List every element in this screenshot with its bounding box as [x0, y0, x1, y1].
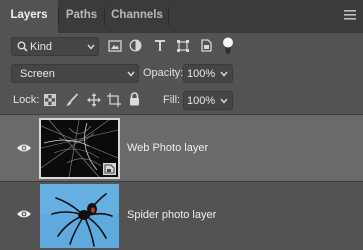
lock-image-pixels-icon[interactable] [66, 93, 79, 107]
filter-kind-label: Kind [30, 41, 53, 53]
tab-layers[interactable]: Layers [0, 0, 58, 33]
panel-tab-bar: Layers Paths Channels [0, 0, 363, 33]
tab-paths[interactable]: Paths [59, 0, 104, 33]
opacity-field[interactable]: 100% [183, 64, 233, 83]
tab-divider [104, 7, 105, 26]
blend-mode-value: Screen [20, 68, 55, 80]
lock-row: Lock: Fill: 100% [0, 86, 363, 114]
layer-row-web-photo[interactable]: Web Photo layer [0, 115, 363, 181]
lock-position-icon[interactable] [87, 93, 101, 107]
tab-layers-label: Layers [10, 9, 48, 21]
layer-row-spider-photo[interactable]: Spider photo layer [0, 182, 363, 250]
eye-visibility-icon[interactable] [16, 143, 32, 153]
spider-photo-thumbnail [40, 184, 119, 248]
tab-divider [168, 7, 169, 26]
opacity-label: Opacity: [143, 67, 184, 79]
shape-filter-icon[interactable] [176, 39, 190, 53]
chevron-down-icon[interactable] [220, 71, 228, 77]
fill-label: Fill: [163, 94, 181, 106]
web-photo-thumbnail [39, 118, 120, 179]
adjustment-filter-icon[interactable] [129, 39, 142, 52]
tab-channels-label: Channels [111, 9, 163, 21]
chevron-down-icon[interactable] [220, 98, 228, 104]
filter-row: Kind [0, 33, 363, 60]
search-icon [17, 41, 28, 52]
fill-value: 100% [187, 95, 216, 107]
layer-name-spider-photo[interactable]: Spider photo layer [127, 209, 216, 221]
filter-kind-dropdown[interactable]: Kind [11, 37, 99, 56]
tab-paths-label: Paths [65, 9, 98, 21]
image-filter-icon[interactable] [108, 40, 122, 52]
lock-all-icon[interactable] [129, 92, 140, 106]
lock-label: Lock: [13, 94, 40, 106]
chevron-down-icon [87, 44, 95, 50]
eye-visibility-icon[interactable] [16, 209, 32, 219]
lock-artboard-icon[interactable] [107, 93, 121, 107]
smart-object-filter-icon[interactable] [200, 39, 213, 52]
panel-menu-icon[interactable] [343, 8, 357, 22]
type-filter-icon[interactable] [154, 39, 166, 52]
tab-channels[interactable]: Channels [106, 0, 168, 33]
lock-transparent-pixels-icon[interactable] [44, 94, 56, 106]
opacity-value: 100% [187, 68, 216, 80]
chevron-down-icon [127, 71, 135, 77]
layer-name-web-photo[interactable]: Web Photo layer [127, 142, 208, 154]
blend-mode-dropdown[interactable]: Screen [11, 64, 139, 83]
blend-row: Screen Opacity: 100% [0, 60, 363, 86]
filter-toggle-icon[interactable] [222, 37, 234, 55]
fill-field[interactable]: 100% [183, 91, 233, 110]
